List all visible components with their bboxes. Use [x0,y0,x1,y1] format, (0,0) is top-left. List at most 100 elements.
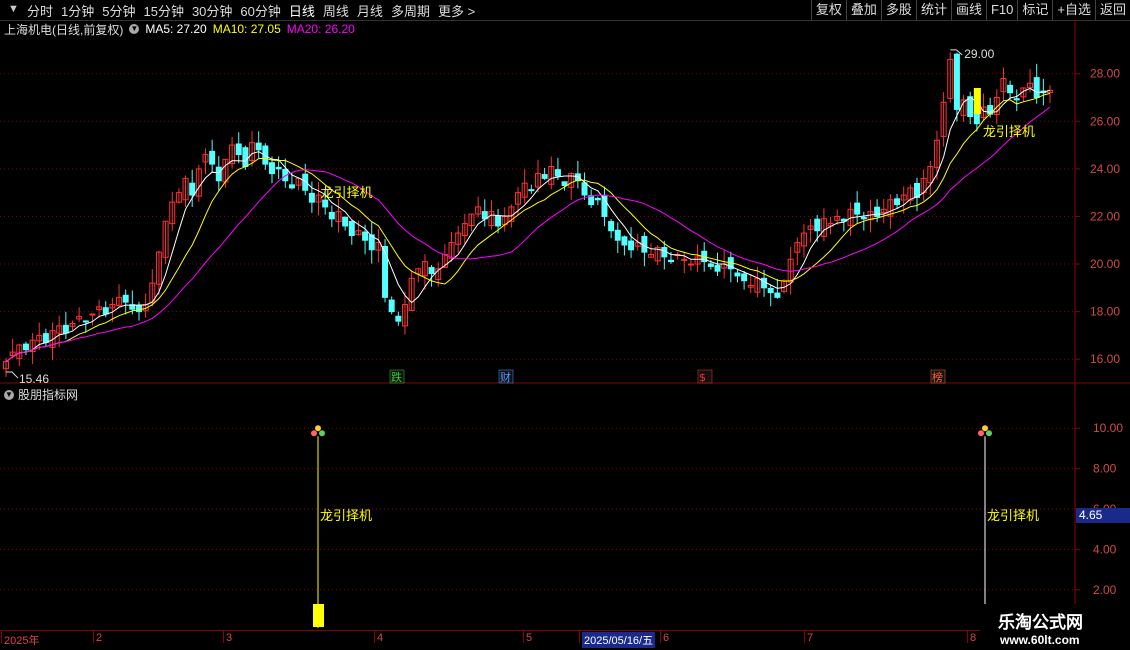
candle-body [800,232,807,247]
date-tick-mark [804,631,805,643]
indicator-settings-icon[interactable]: ▼ [4,389,14,400]
candle-body [701,250,708,263]
candle-body [574,173,581,182]
y-tick-label: 26.00 [1090,114,1120,128]
candle-body [1033,77,1040,98]
function-button-5[interactable]: F10 [985,0,1017,20]
function-button-8[interactable]: 返回 [1094,0,1130,20]
main-signal-bar [973,88,981,114]
indicator-signal-bar [313,604,324,627]
period-tab-1[interactable]: 1分钟 [57,1,98,20]
candle-body [122,294,129,303]
ma5-line [5,87,1051,363]
candle-body [1020,87,1027,98]
candle-body [548,165,555,185]
candle-body [22,343,29,351]
candle-body [175,192,182,203]
main-signal-label: 龙引择机 [983,125,1035,140]
candle-body [541,174,548,179]
period-tab-0[interactable]: 分时 [0,1,57,20]
candle-body [182,177,189,201]
candle-body [707,263,714,267]
candle-body [488,211,495,227]
candle-body [993,96,1000,115]
date-tick-mark [967,631,968,643]
candle-body [774,292,781,298]
candle-body [694,256,701,265]
candle-body [116,296,123,306]
high-label: 29.00 [964,47,994,61]
date-tick-mark [223,631,224,643]
candle-body [1007,84,1014,94]
signal-dot-red [311,430,317,437]
candle-body [940,101,947,137]
candle-body [421,261,428,277]
candle-body [348,221,355,236]
period-tab-4[interactable]: 30分钟 [188,1,236,20]
candle-body [741,273,748,282]
candle-body [149,282,156,303]
candle-body [528,189,535,192]
candle-body [847,208,854,226]
candle-body [860,216,867,220]
function-button-3[interactable]: 统计 [915,0,951,20]
date-tick-mark [523,631,524,643]
function-button-2[interactable]: 多股 [880,0,916,20]
function-button-1[interactable]: 叠加 [845,0,881,20]
period-tab-2[interactable]: 5分钟 [98,1,139,20]
candle-body [894,198,901,206]
candle-body [328,211,335,220]
date-tick-label: 2 [96,632,103,644]
period-tab-7[interactable]: 周线 [319,1,353,20]
watermark-url: www.60lt.com [1000,633,1080,647]
date-tick-label: 8 [970,632,977,644]
period-tab-8[interactable]: 月线 [353,1,387,20]
candle-body [29,339,36,352]
candle-body [840,218,847,222]
candle-body [594,197,601,201]
period-tab-10[interactable]: 更多 > [434,1,479,20]
period-tab-5[interactable]: 60分钟 [236,1,284,20]
candle-body [375,242,382,251]
signal-dot-red [978,430,984,437]
candle-body [42,333,49,344]
watermark-url-box: www.60lt.com [1000,632,1130,650]
candle-body [508,206,515,222]
y-tick-label: 20.00 [1090,257,1120,271]
candle-body [854,202,861,215]
candle-body [973,111,980,125]
function-button-4[interactable]: 画线 [950,0,986,20]
candlestick-chart[interactable]: 16.0018.0020.0022.0024.0026.0028.0029.00… [0,0,1130,650]
settings-circle-icon[interactable]: ▼ [129,24,140,34]
candle-body [76,315,83,320]
date-tick-label: 3 [226,632,233,644]
function-button-6[interactable]: 标记 [1017,0,1052,20]
event-marker-box [697,369,713,384]
candle-body [109,303,116,309]
event-marker-box [389,369,405,384]
period-tab-6[interactable]: 日线 [285,1,319,20]
candle-body [588,195,595,206]
period-tab-9[interactable]: 多周期 [387,1,434,20]
candle-body [561,181,568,187]
candle-body [235,143,242,156]
candle-body [16,344,23,359]
function-button-7[interactable]: +自选 [1052,0,1095,20]
candle-body [628,240,635,251]
candle-body [448,242,455,259]
candle-body [242,147,249,167]
candle-body [142,303,149,312]
event-marker-box [930,369,946,384]
candle-body [1027,82,1034,89]
event-marker-label: 榜 [932,370,943,384]
candle-body [249,142,256,161]
period-tab-3[interactable]: 15分钟 [139,1,187,20]
candle-body [355,230,362,236]
date-tick-mark [660,631,661,643]
candle-body [308,192,315,203]
candle-body [787,258,794,283]
candle-body [262,145,269,165]
function-button-0[interactable]: 复权 [810,0,846,20]
candle-body [608,221,615,232]
y-tick-label: 28.00 [1090,67,1120,81]
